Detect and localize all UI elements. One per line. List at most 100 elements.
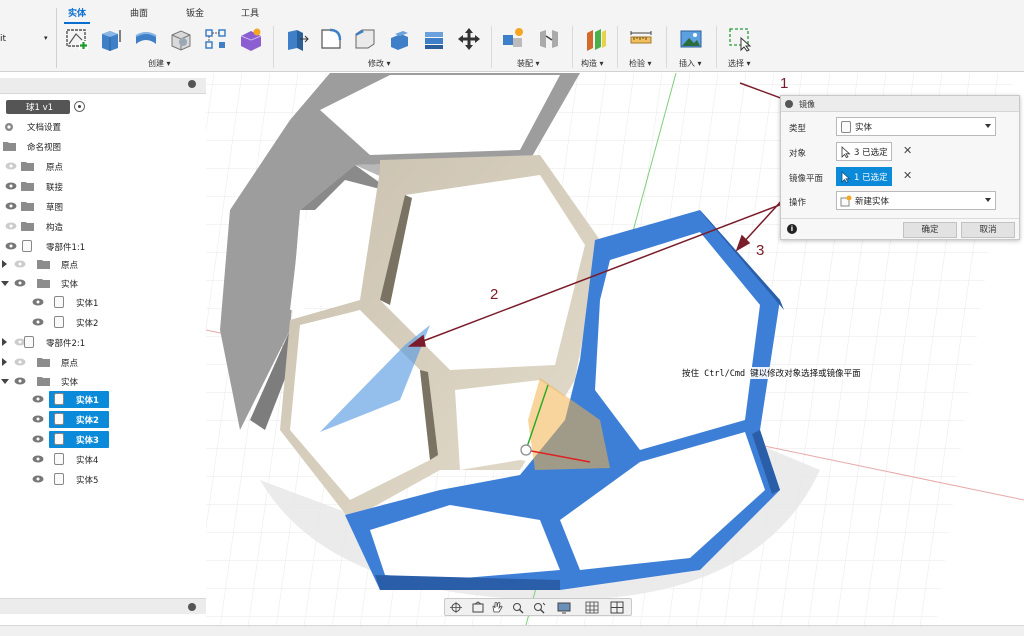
cursor-icon <box>841 171 851 183</box>
press-pull-icon[interactable] <box>283 26 309 52</box>
browser-item-origin[interactable]: 原点 <box>0 158 206 176</box>
pattern-icon[interactable] <box>203 26 229 52</box>
browser-item-document-settings[interactable]: 文档设置 <box>0 118 206 136</box>
browser-item-c2-body4[interactable]: 实体4 <box>0 451 206 469</box>
insert-image-icon[interactable] <box>678 26 704 52</box>
root-component[interactable]: 球1 v1 <box>6 100 70 114</box>
browser-item-c1-bodies[interactable]: 实体 <box>0 275 206 293</box>
dialog-collapse-button[interactable] <box>785 100 793 108</box>
operation-value: 新建实体 <box>855 197 890 207</box>
chamfer-icon[interactable] <box>352 26 378 52</box>
browser-item-label: 草图 <box>46 203 64 213</box>
cancel-button[interactable]: 取消 <box>961 222 1015 238</box>
eye-icon <box>32 415 44 423</box>
body-icon <box>54 316 64 328</box>
clear-objects-icon[interactable]: ✕ <box>903 144 912 157</box>
operation-label: 操作 <box>789 198 807 208</box>
orbit-icon[interactable] <box>449 601 463 614</box>
tab-sheet-metal[interactable]: 钣金 <box>186 6 204 19</box>
create-form-icon[interactable] <box>238 26 264 52</box>
browser-item-named-views[interactable]: 命名视图 <box>0 138 206 156</box>
body-icon <box>841 121 851 133</box>
construct-group-label[interactable]: 构造 ▾ <box>581 58 604 69</box>
dialog-title-bar[interactable]: 镜像 <box>781 96 1019 112</box>
viewports-icon[interactable] <box>610 601 624 614</box>
assemble-group-label[interactable]: 装配 ▾ <box>517 58 540 69</box>
box-icon[interactable] <box>168 26 194 52</box>
eye-icon <box>14 377 26 385</box>
browser-item-component1[interactable]: 零部件1:1 <box>0 238 206 256</box>
browser-item-c1-origin[interactable]: 原点 <box>0 256 206 274</box>
origin-point[interactable] <box>520 444 532 456</box>
browser-collapse-button[interactable] <box>188 80 196 88</box>
inspect-group-label[interactable]: 检验 ▾ <box>629 58 652 69</box>
insert-group-label[interactable]: 插入 ▾ <box>679 58 702 69</box>
create-group-label[interactable]: 创建 ▾ <box>148 58 171 69</box>
move-icon[interactable] <box>456 26 482 52</box>
activate-radio-icon[interactable] <box>74 101 85 112</box>
zoom-icon[interactable] <box>511 601 525 614</box>
browser-item-label: 实体 <box>61 378 79 388</box>
info-icon[interactable]: i <box>787 224 797 234</box>
shell-icon[interactable] <box>386 26 412 52</box>
create-sketch-icon[interactable] <box>64 26 90 52</box>
modify-group-label[interactable]: 修改 ▾ <box>368 58 391 69</box>
workspace-switcher[interactable]: it ▾ <box>0 30 54 52</box>
browser-item-label: 原点 <box>61 261 79 271</box>
toolbar: it ▾ 实体 曲面 钣金 工具 创建 ▾ 修改 ▾ 装配 ▾ 构造 ▾ 检验 … <box>0 0 1024 72</box>
annotation-number: 2 <box>490 286 499 303</box>
collapse-icon[interactable] <box>1 281 9 286</box>
browser-item-c1-body2[interactable]: 实体2 <box>0 314 206 332</box>
tab-tools[interactable]: 工具 <box>241 6 259 19</box>
revolve-icon[interactable] <box>133 26 159 52</box>
browser-item-label: 构造 <box>46 223 64 233</box>
toolbar-divider <box>56 8 57 68</box>
collapse-icon[interactable] <box>1 379 9 384</box>
select-icon[interactable] <box>727 26 753 52</box>
measure-icon[interactable] <box>628 26 654 52</box>
objects-selector[interactable]: 3 已选定 <box>836 142 892 161</box>
body-icon <box>54 433 64 445</box>
comments-panel-header <box>0 598 206 614</box>
browser-item-label: 实体2 <box>76 319 99 329</box>
browser-item-c2-origin[interactable]: 原点 <box>0 354 206 372</box>
operation-dropdown[interactable]: 新建实体 <box>836 191 996 210</box>
browser-item-c2-body2[interactable]: 实体2 <box>0 411 206 429</box>
eye-icon <box>32 475 44 483</box>
tab-solid[interactable]: 实体 <box>63 6 91 24</box>
browser-item-c2-body1[interactable]: 实体1 <box>0 391 206 409</box>
look-at-icon[interactable] <box>471 601 485 614</box>
select-group-label[interactable]: 选择 ▾ <box>728 58 751 69</box>
display-settings-icon[interactable] <box>557 601 571 614</box>
browser-item-c1-body1[interactable]: 实体1 <box>0 294 206 312</box>
tab-surface[interactable]: 曲面 <box>130 6 148 19</box>
fit-icon[interactable] <box>532 601 546 614</box>
expand-icon[interactable] <box>2 260 7 268</box>
combine-icon[interactable] <box>421 26 447 52</box>
browser-item-label: 实体3 <box>76 436 99 446</box>
browser-item-c2-bodies[interactable]: 实体 <box>0 373 206 391</box>
clear-plane-icon[interactable]: ✕ <box>903 169 912 182</box>
extrude-icon[interactable] <box>97 26 123 52</box>
folder-icon <box>37 377 50 386</box>
expand-icon[interactable] <box>2 338 7 346</box>
browser-item-label: 文档设置 <box>27 123 62 133</box>
grid-settings-icon[interactable] <box>585 601 599 614</box>
new-component-icon[interactable] <box>500 26 526 52</box>
comments-collapse-button[interactable] <box>188 603 196 611</box>
mirror-plane-selector[interactable]: 1 已选定 <box>836 167 892 186</box>
pan-icon[interactable] <box>490 601 504 614</box>
browser-item-component2[interactable]: 零部件2:1 <box>0 334 206 352</box>
browser-item-c2-body3[interactable]: 实体3 <box>0 431 206 449</box>
browser-item-joints[interactable]: 联接 <box>0 178 206 196</box>
ok-button[interactable]: 确定 <box>903 222 957 238</box>
browser-item-sketches[interactable]: 草图 <box>0 198 206 216</box>
eye-icon <box>32 298 44 306</box>
expand-icon[interactable] <box>2 358 7 366</box>
browser-item-c2-body5[interactable]: 实体5 <box>0 471 206 489</box>
type-dropdown[interactable]: 实体 <box>836 117 996 136</box>
fillet-icon[interactable] <box>318 26 344 52</box>
offset-plane-icon[interactable] <box>583 26 609 52</box>
joint-icon[interactable] <box>536 26 562 52</box>
browser-item-construction[interactable]: 构造 <box>0 218 206 236</box>
